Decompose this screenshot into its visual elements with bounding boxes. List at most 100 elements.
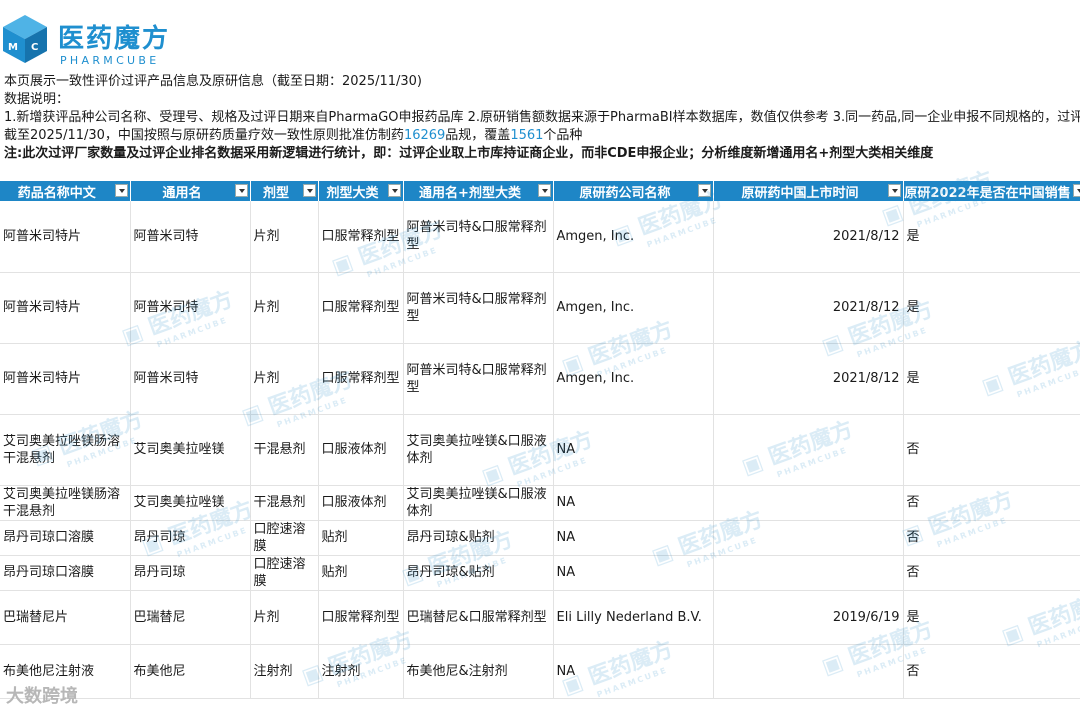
table-cell[interactable] bbox=[713, 414, 904, 486]
filter-dropdown-icon[interactable] bbox=[887, 184, 901, 197]
table-cell[interactable]: 注射剂 bbox=[318, 644, 404, 699]
table-cell[interactable]: 口服常释剂型 bbox=[318, 590, 404, 645]
table-cell[interactable]: 艾司奥美拉唑镁&口服液体剂 bbox=[403, 485, 554, 521]
table-header-row: 药品名称中文 通用名 剂型 剂型大类 通用名+剂型大类 原研药公司名称 原研药中国上市时间 原… bbox=[0, 181, 1080, 201]
filter-dropdown-icon[interactable] bbox=[697, 184, 711, 197]
filter-dropdown-icon[interactable] bbox=[114, 184, 128, 197]
table-cell[interactable]: 否 bbox=[903, 485, 1080, 521]
table-cell[interactable]: 口服液体剂 bbox=[318, 485, 404, 521]
column-header: 通用名 bbox=[130, 181, 251, 201]
table-cell[interactable]: 布美他尼 bbox=[130, 644, 251, 699]
table-cell[interactable]: 2021/8/12 bbox=[713, 343, 904, 415]
table-cell[interactable]: 干混悬剂 bbox=[250, 414, 319, 486]
filter-dropdown-icon[interactable] bbox=[387, 184, 401, 197]
table-cell[interactable]: 阿普米司特片 bbox=[0, 343, 131, 415]
table-cell[interactable]: 2021/8/12 bbox=[713, 272, 904, 344]
table-cell[interactable]: 否 bbox=[903, 644, 1080, 699]
table-row[interactable]: 阿普米司特片 阿普米司特 片剂 口服常释剂型 阿普米司特&口服常释剂型 Amgen, In… bbox=[0, 201, 1080, 273]
table-cell[interactable]: 阿普米司特 bbox=[130, 201, 251, 273]
table-cell[interactable]: 阿普米司特&口服常释剂型 bbox=[403, 343, 554, 415]
table-cell[interactable]: Eli Lilly Nederland B.V. bbox=[553, 590, 714, 645]
table-cell[interactable]: 贴剂 bbox=[318, 520, 404, 556]
table-cell[interactable] bbox=[713, 644, 904, 699]
table-cell[interactable]: 否 bbox=[903, 520, 1080, 556]
table-cell[interactable]: 巴瑞替尼 bbox=[130, 590, 251, 645]
column-header-label: 通用名+剂型大类 bbox=[419, 185, 521, 201]
table-cell[interactable]: Amgen, Inc. bbox=[553, 272, 714, 344]
table-cell[interactable]: NA bbox=[553, 485, 714, 521]
table-cell[interactable] bbox=[713, 520, 904, 556]
table-row[interactable]: 昂丹司琼口溶膜 昂丹司琼 口腔速溶膜 贴剂 昂丹司琼&贴剂 NA 否 bbox=[0, 555, 1080, 591]
table-body: 阿普米司特片 阿普米司特 片剂 口服常释剂型 阿普米司特&口服常释剂型 Amgen, In… bbox=[0, 201, 1080, 699]
table-cell[interactable]: 阿普米司特 bbox=[130, 343, 251, 415]
table-cell[interactable]: 口服常释剂型 bbox=[318, 201, 404, 273]
table-cell[interactable]: 阿普米司特片 bbox=[0, 201, 131, 273]
column-header: 药品名称中文 bbox=[0, 181, 131, 201]
filter-dropdown-icon[interactable] bbox=[1072, 184, 1080, 197]
corner-watermark: 大数跨境 bbox=[6, 686, 78, 707]
table-cell[interactable]: 口服液体剂 bbox=[318, 414, 404, 486]
table-cell[interactable]: 否 bbox=[903, 414, 1080, 486]
table-cell[interactable]: 阿普米司特&口服常释剂型 bbox=[403, 201, 554, 273]
table-cell[interactable]: 口腔速溶膜 bbox=[250, 520, 319, 556]
drug-table-container[interactable]: 药品名称中文 通用名 剂型 剂型大类 通用名+剂型大类 原研药公司名称 原研药中国上市时间 原… bbox=[0, 181, 1080, 716]
table-row[interactable]: 巴瑞替尼片 巴瑞替尼 片剂 口服常释剂型 巴瑞替尼&口服常释剂型 Eli Lilly Ne… bbox=[0, 590, 1080, 645]
table-cell[interactable]: 艾司奥美拉唑镁 bbox=[130, 485, 251, 521]
table-cell[interactable]: 昂丹司琼口溶膜 bbox=[0, 555, 131, 591]
approved-count: 16269 bbox=[403, 128, 446, 143]
table-cell[interactable]: 片剂 bbox=[250, 201, 319, 273]
table-cell[interactable]: 昂丹司琼 bbox=[130, 520, 251, 556]
column-header-label: 剂型 bbox=[262, 185, 289, 201]
table-cell[interactable]: 阿普米司特 bbox=[130, 272, 251, 344]
table-cell[interactable] bbox=[713, 555, 904, 591]
table-cell[interactable]: 艾司奥美拉唑镁&口服液体剂 bbox=[403, 414, 554, 486]
column-header-label: 药品名称中文 bbox=[17, 185, 96, 201]
table-cell[interactable]: 片剂 bbox=[250, 343, 319, 415]
table-cell[interactable]: 口服常释剂型 bbox=[318, 272, 404, 344]
table-cell[interactable]: 口腔速溶膜 bbox=[250, 555, 319, 591]
table-cell[interactable]: NA bbox=[553, 414, 714, 486]
intro-line-3: 1.新增获评品种公司名称、受理号、规格及过评日期来自PharmaGO申报药品库 … bbox=[4, 110, 1080, 125]
table-cell[interactable]: 阿普米司特&口服常释剂型 bbox=[403, 272, 554, 344]
table-cell[interactable]: 片剂 bbox=[250, 272, 319, 344]
table-row[interactable]: 艾司奥美拉唑镁肠溶干混悬剂 艾司奥美拉唑镁 干混悬剂 口服液体剂 艾司奥美拉唑镁&口服液… bbox=[0, 414, 1080, 486]
table-cell[interactable]: 口服常释剂型 bbox=[318, 343, 404, 415]
table-cell[interactable]: 是 bbox=[903, 201, 1080, 273]
table-cell[interactable]: 是 bbox=[903, 590, 1080, 645]
table-cell[interactable]: NA bbox=[553, 555, 714, 591]
table-cell[interactable]: 布美他尼&注射剂 bbox=[403, 644, 554, 699]
table-cell[interactable]: 艾司奥美拉唑镁肠溶干混悬剂 bbox=[0, 485, 131, 521]
table-cell[interactable]: 片剂 bbox=[250, 590, 319, 645]
table-cell[interactable]: 2019/6/19 bbox=[713, 590, 904, 645]
table-cell[interactable]: 艾司奥美拉唑镁肠溶干混悬剂 bbox=[0, 414, 131, 486]
table-cell[interactable]: 昂丹司琼口溶膜 bbox=[0, 520, 131, 556]
column-header: 原研药中国上市时间 bbox=[713, 181, 904, 201]
table-cell[interactable]: 艾司奥美拉唑镁 bbox=[130, 414, 251, 486]
table-cell[interactable] bbox=[713, 485, 904, 521]
table-cell[interactable]: 否 bbox=[903, 555, 1080, 591]
table-cell[interactable]: 注射剂 bbox=[250, 644, 319, 699]
table-cell[interactable]: Amgen, Inc. bbox=[553, 343, 714, 415]
table-cell[interactable]: 干混悬剂 bbox=[250, 485, 319, 521]
table-cell[interactable]: Amgen, Inc. bbox=[553, 201, 714, 273]
table-row[interactable]: 阿普米司特片 阿普米司特 片剂 口服常释剂型 阿普米司特&口服常释剂型 Amgen, In… bbox=[0, 272, 1080, 344]
filter-dropdown-icon[interactable] bbox=[302, 184, 316, 197]
filter-dropdown-icon[interactable] bbox=[537, 184, 551, 197]
table-cell[interactable]: 2021/8/12 bbox=[713, 201, 904, 273]
table-cell[interactable]: 巴瑞替尼片 bbox=[0, 590, 131, 645]
table-row[interactable]: 布美他尼注射液 布美他尼 注射剂 注射剂 布美他尼&注射剂 NA 否 bbox=[0, 644, 1080, 699]
filter-dropdown-icon[interactable] bbox=[234, 184, 248, 197]
table-cell[interactable]: 昂丹司琼&贴剂 bbox=[403, 555, 554, 591]
table-cell[interactable]: 巴瑞替尼&口服常释剂型 bbox=[403, 590, 554, 645]
table-cell[interactable]: 是 bbox=[903, 343, 1080, 415]
table-row[interactable]: 艾司奥美拉唑镁肠溶干混悬剂 艾司奥美拉唑镁 干混悬剂 口服液体剂 艾司奥美拉唑镁&口服液… bbox=[0, 485, 1080, 521]
table-cell[interactable]: 昂丹司琼&贴剂 bbox=[403, 520, 554, 556]
table-cell[interactable]: 阿普米司特片 bbox=[0, 272, 131, 344]
table-cell[interactable]: 昂丹司琼 bbox=[130, 555, 251, 591]
table-row[interactable]: 阿普米司特片 阿普米司特 片剂 口服常释剂型 阿普米司特&口服常释剂型 Amgen, In… bbox=[0, 343, 1080, 415]
table-cell[interactable]: 贴剂 bbox=[318, 555, 404, 591]
table-cell[interactable]: NA bbox=[553, 644, 714, 699]
table-cell[interactable]: NA bbox=[553, 520, 714, 556]
table-cell[interactable]: 是 bbox=[903, 272, 1080, 344]
table-row[interactable]: 昂丹司琼口溶膜 昂丹司琼 口腔速溶膜 贴剂 昂丹司琼&贴剂 NA 否 bbox=[0, 520, 1080, 556]
